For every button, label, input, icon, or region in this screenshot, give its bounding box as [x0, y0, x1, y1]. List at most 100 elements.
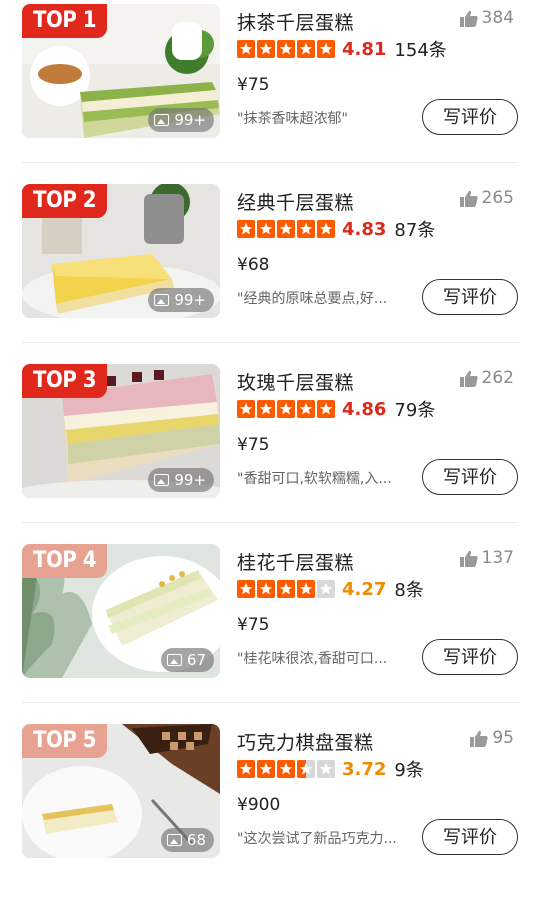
image-icon — [154, 474, 170, 486]
thumbs-up-icon — [459, 190, 478, 207]
star-icon — [237, 400, 255, 418]
rank-badge: TOP 1 — [22, 4, 107, 38]
star-rating — [237, 760, 335, 778]
item-title[interactable]: 抹茶千层蛋糕 — [237, 8, 354, 35]
like-count-text: 262 — [481, 368, 514, 388]
photo-count-badge[interactable]: 67 — [160, 648, 214, 672]
list-item[interactable]: TOP 1 99+ 抹茶千层蛋糕 384 4.81 154条 ¥75 "抹茶香味… — [0, 0, 540, 180]
review-snippet[interactable]: "这次尝试了新品巧克力... — [237, 828, 413, 848]
review-snippet[interactable]: "经典的原味总要点,好... — [237, 288, 413, 308]
write-review-button[interactable]: 写评价 — [422, 639, 518, 675]
photo-count-badge[interactable]: 99+ — [148, 108, 214, 132]
cake-photo[interactable]: TOP 4 67 — [22, 544, 220, 678]
star-icon — [297, 220, 315, 238]
photo-count-text: 99+ — [174, 471, 206, 489]
like-count[interactable]: 384 — [459, 8, 514, 28]
list-item[interactable]: TOP 4 67 桂花千层蛋糕 137 4.27 8条 ¥75 "桂花味很浓,香… — [0, 540, 540, 720]
star-icon — [237, 40, 255, 58]
review-count: 9条 — [394, 760, 424, 781]
image-icon — [166, 834, 182, 846]
star-icon — [297, 400, 315, 418]
rating-row: 4.83 87条 — [237, 217, 435, 241]
price: ¥68 — [237, 255, 270, 275]
star-icon — [297, 580, 315, 598]
write-review-button[interactable]: 写评价 — [422, 819, 518, 855]
cake-photo[interactable]: TOP 3 99+ — [22, 364, 220, 498]
ranking-list: TOP 1 99+ 抹茶千层蛋糕 384 4.81 154条 ¥75 "抹茶香味… — [0, 0, 540, 872]
star-rating — [237, 400, 335, 418]
star-icon — [317, 760, 335, 778]
star-icon — [277, 220, 295, 238]
star-icon — [317, 220, 335, 238]
divider — [22, 522, 518, 523]
rank-badge: TOP 2 — [22, 184, 107, 218]
image-icon — [154, 294, 170, 306]
thumbs-up-icon — [470, 730, 488, 747]
rating-row: 4.81 154条 — [237, 37, 447, 61]
rank-badge: TOP 5 — [22, 724, 107, 758]
star-rating — [237, 220, 335, 238]
rating-score: 3.72 — [342, 758, 387, 780]
image-icon — [166, 654, 182, 666]
photo-count-badge[interactable]: 99+ — [148, 468, 214, 492]
star-icon — [317, 400, 335, 418]
item-title[interactable]: 经典千层蛋糕 — [237, 188, 354, 215]
rating-row: 4.86 79条 — [237, 397, 435, 421]
price: ¥900 — [237, 795, 281, 815]
like-count-text: 384 — [481, 8, 514, 28]
star-icon — [317, 580, 335, 598]
rating-row: 4.27 8条 — [237, 577, 424, 601]
rating-score: 4.81 — [342, 38, 387, 60]
rank-badge: TOP 4 — [22, 544, 107, 578]
star-icon — [277, 760, 295, 778]
divider — [22, 342, 518, 343]
item-title[interactable]: 桂花千层蛋糕 — [237, 548, 354, 575]
item-title[interactable]: 玫瑰千层蛋糕 — [237, 368, 354, 395]
cake-photo[interactable]: TOP 5 68 — [22, 724, 220, 858]
like-count[interactable]: 137 — [459, 548, 514, 568]
review-snippet[interactable]: "抹茶香味超浓郁" — [237, 108, 413, 128]
like-count[interactable]: 95 — [470, 728, 514, 748]
price: ¥75 — [237, 75, 270, 95]
rating-score: 4.83 — [342, 218, 387, 240]
star-icon — [237, 580, 255, 598]
star-icon — [257, 400, 275, 418]
like-count[interactable]: 265 — [459, 188, 514, 208]
star-icon — [257, 760, 275, 778]
photo-count-text: 99+ — [174, 291, 206, 309]
list-item[interactable]: TOP 2 99+ 经典千层蛋糕 265 4.83 87条 ¥68 "经典的原味… — [0, 180, 540, 360]
cake-photo[interactable]: TOP 1 99+ — [22, 4, 220, 138]
review-count: 79条 — [394, 400, 436, 421]
write-review-button[interactable]: 写评价 — [422, 459, 518, 495]
like-count[interactable]: 262 — [459, 368, 514, 388]
price: ¥75 — [237, 615, 270, 635]
cake-photo[interactable]: TOP 2 99+ — [22, 184, 220, 318]
star-icon — [277, 400, 295, 418]
list-item[interactable]: TOP 3 99+ 玫瑰千层蛋糕 262 4.86 79条 ¥75 "香甜可口,… — [0, 360, 540, 540]
star-icon — [237, 760, 255, 778]
thumbs-up-icon — [459, 10, 478, 27]
image-icon — [154, 114, 170, 126]
review-snippet[interactable]: "香甜可口,软软糯糯,入... — [237, 468, 413, 488]
photo-count-text: 99+ — [174, 111, 206, 129]
review-count: 154条 — [394, 40, 447, 61]
write-review-button[interactable]: 写评价 — [422, 279, 518, 315]
list-item[interactable]: TOP 5 68 巧克力棋盘蛋糕 95 3.72 9条 ¥900 "这次尝试了新… — [0, 720, 540, 900]
rating-score: 4.86 — [342, 398, 387, 420]
thumbs-up-icon — [459, 550, 478, 567]
photo-count-text: 67 — [186, 651, 206, 669]
photo-count-badge[interactable]: 68 — [160, 828, 214, 852]
write-review-button[interactable]: 写评价 — [422, 99, 518, 135]
star-rating — [237, 580, 335, 598]
star-icon — [237, 220, 255, 238]
photo-count-badge[interactable]: 99+ — [148, 288, 214, 312]
photo-count-text: 68 — [186, 831, 206, 849]
star-icon — [257, 220, 275, 238]
review-snippet[interactable]: "桂花味很浓,香甜可口... — [237, 648, 413, 668]
like-count-text: 137 — [481, 548, 514, 568]
item-title[interactable]: 巧克力棋盘蛋糕 — [237, 728, 374, 755]
rating-score: 4.27 — [342, 578, 387, 600]
star-icon — [317, 40, 335, 58]
star-icon — [277, 580, 295, 598]
review-count: 8条 — [394, 580, 424, 601]
